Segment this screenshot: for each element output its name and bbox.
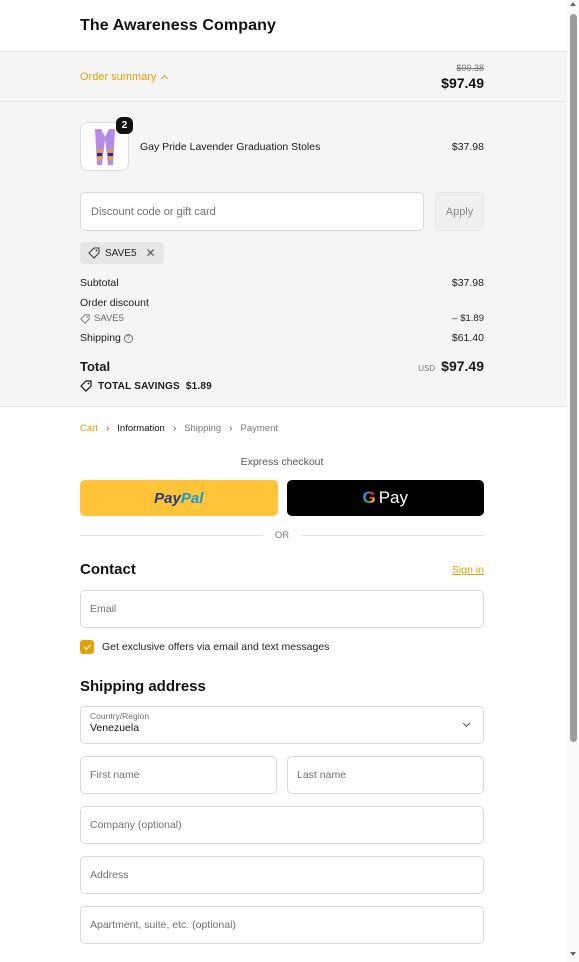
chevron-right-icon: › (172, 423, 177, 434)
subtotal-label: Subtotal (80, 277, 119, 289)
apply-discount-button[interactable]: Apply (435, 192, 484, 231)
contact-header: Contact Sign in (80, 561, 484, 578)
scrollbar-thumb[interactable] (570, 14, 577, 742)
total-row: Total USD $97.49 (80, 358, 484, 374)
discount-code-line: SAVE5 – $1.89 (80, 313, 484, 324)
subtotal-line: Subtotal $37.98 (80, 277, 484, 289)
address-field[interactable]: Address (80, 856, 484, 894)
help-icon[interactable]: ? (123, 333, 133, 343)
total-value: $97.49 (441, 358, 484, 374)
offers-label: Get exclusive offers via email and text … (102, 641, 330, 653)
shipping-value: $61.40 (451, 332, 484, 344)
summary-price: $99.38 $97.49 (441, 63, 484, 91)
breadcrumb-payment: Payment (240, 423, 279, 434)
breadcrumb-cart[interactable]: Cart (80, 423, 98, 434)
applied-discount-chip: SAVE5 ✕ (80, 242, 164, 264)
or-label: OR (274, 530, 290, 541)
express-payment-buttons: Pay Pal G Pay (80, 480, 484, 516)
or-divider: OR (80, 530, 484, 541)
country-select[interactable]: Country/Region Venezuela (80, 706, 484, 744)
discount-code-label: SAVE5 (94, 313, 124, 324)
order-discount-line: Order discount (80, 297, 484, 309)
close-icon[interactable]: ✕ (146, 246, 156, 260)
quantity-badge: 2 (116, 117, 133, 134)
currency-code: USD (418, 364, 436, 373)
subtotal-value: $37.98 (451, 277, 484, 289)
order-summary-panel: 2 Gay Pride Lavender Graduation Stoles $… (0, 102, 567, 407)
discount-row: Discount code or gift card Apply (80, 192, 484, 231)
name-fields: First name Last name (80, 744, 484, 794)
checkbox-check-icon (83, 642, 91, 650)
breadcrumb-shipping: Shipping (184, 423, 222, 434)
chevron-right-icon: › (229, 423, 233, 434)
company-field[interactable]: Company (optional) (80, 806, 484, 844)
tag-icon (88, 247, 100, 259)
country-value: Venezuela (90, 722, 140, 734)
offers-checkbox[interactable] (80, 640, 94, 654)
order-summary-bar[interactable]: Order summary $99.38 $97.49 (0, 52, 567, 102)
checkout-form: Cart › Information › Shipping › Payment … (0, 407, 567, 944)
paypal-logo-pal: Pal (180, 489, 204, 507)
email-field[interactable]: Email (80, 590, 484, 628)
graduation-stole-image (94, 128, 115, 165)
order-discount-label: Order discount (80, 297, 149, 309)
express-checkout-label: Express checkout (240, 456, 324, 468)
google-pay-button[interactable]: G Pay (286, 480, 484, 516)
breadcrumb-information: Information (117, 423, 165, 434)
tag-icon (80, 313, 90, 324)
product-name: Gay Pride Lavender Graduation Stoles (140, 140, 321, 153)
chevron-right-icon: › (105, 423, 110, 434)
checkout-page: The Awareness Company Order summary $99.… (0, 0, 567, 944)
original-price: $99.38 (456, 62, 484, 73)
shipping-label: Shipping (80, 332, 121, 344)
total-label: Total (80, 358, 111, 374)
google-g-icon: G (362, 488, 376, 507)
apartment-field[interactable]: Apartment, suite, etc. (optional) (80, 906, 484, 944)
first-name-field[interactable]: First name (80, 756, 277, 794)
current-price: $97.49 (441, 74, 484, 91)
applied-discount-code: SAVE5 (105, 247, 137, 259)
order-summary-toggle[interactable]: Order summary (80, 70, 169, 83)
contact-title: Contact (80, 561, 136, 578)
scroll-down-arrow-icon[interactable] (570, 952, 576, 956)
tag-icon (80, 380, 92, 392)
breadcrumb: Cart › Information › Shipping › Payment (80, 423, 484, 434)
country-label: Country/Region (90, 711, 150, 721)
store-header: The Awareness Company (0, 0, 567, 52)
product-price: $37.98 (451, 140, 484, 153)
sign-in-link[interactable]: Sign in (452, 564, 484, 576)
google-pay-label: Pay (378, 488, 409, 507)
product-thumbnail: 2 (80, 117, 133, 171)
store-brand[interactable]: The Awareness Company (80, 17, 276, 35)
product-line-item: 2 Gay Pride Lavender Graduation Stoles $… (80, 117, 484, 171)
order-summary-label: Order summary (80, 70, 157, 83)
discount-value: – $1.89 (452, 313, 484, 324)
offers-opt-in[interactable]: Get exclusive offers via email and text … (80, 640, 484, 654)
last-name-field[interactable]: Last name (287, 756, 484, 794)
total-savings-label: TOTAL SAVINGS (98, 380, 180, 392)
total-savings-value: $1.89 (185, 380, 212, 392)
shipping-address-title: Shipping address (80, 678, 206, 695)
shipping-line: Shipping ? $61.40 (80, 332, 484, 344)
cost-breakdown: Subtotal $37.98 Order discount SAVE5 – $… (80, 277, 484, 344)
paypal-logo-pay: Pay (154, 489, 181, 507)
shipping-address-header: Shipping address (80, 678, 484, 695)
chevron-up-icon (161, 74, 169, 82)
scroll-up-arrow-icon[interactable] (570, 2, 576, 6)
total-savings: TOTAL SAVINGS $1.89 (80, 380, 484, 392)
paypal-button[interactable]: Pay Pal (80, 480, 278, 516)
page-scrollbar[interactable] (567, 0, 579, 962)
discount-code-input[interactable]: Discount code or gift card (80, 192, 424, 231)
